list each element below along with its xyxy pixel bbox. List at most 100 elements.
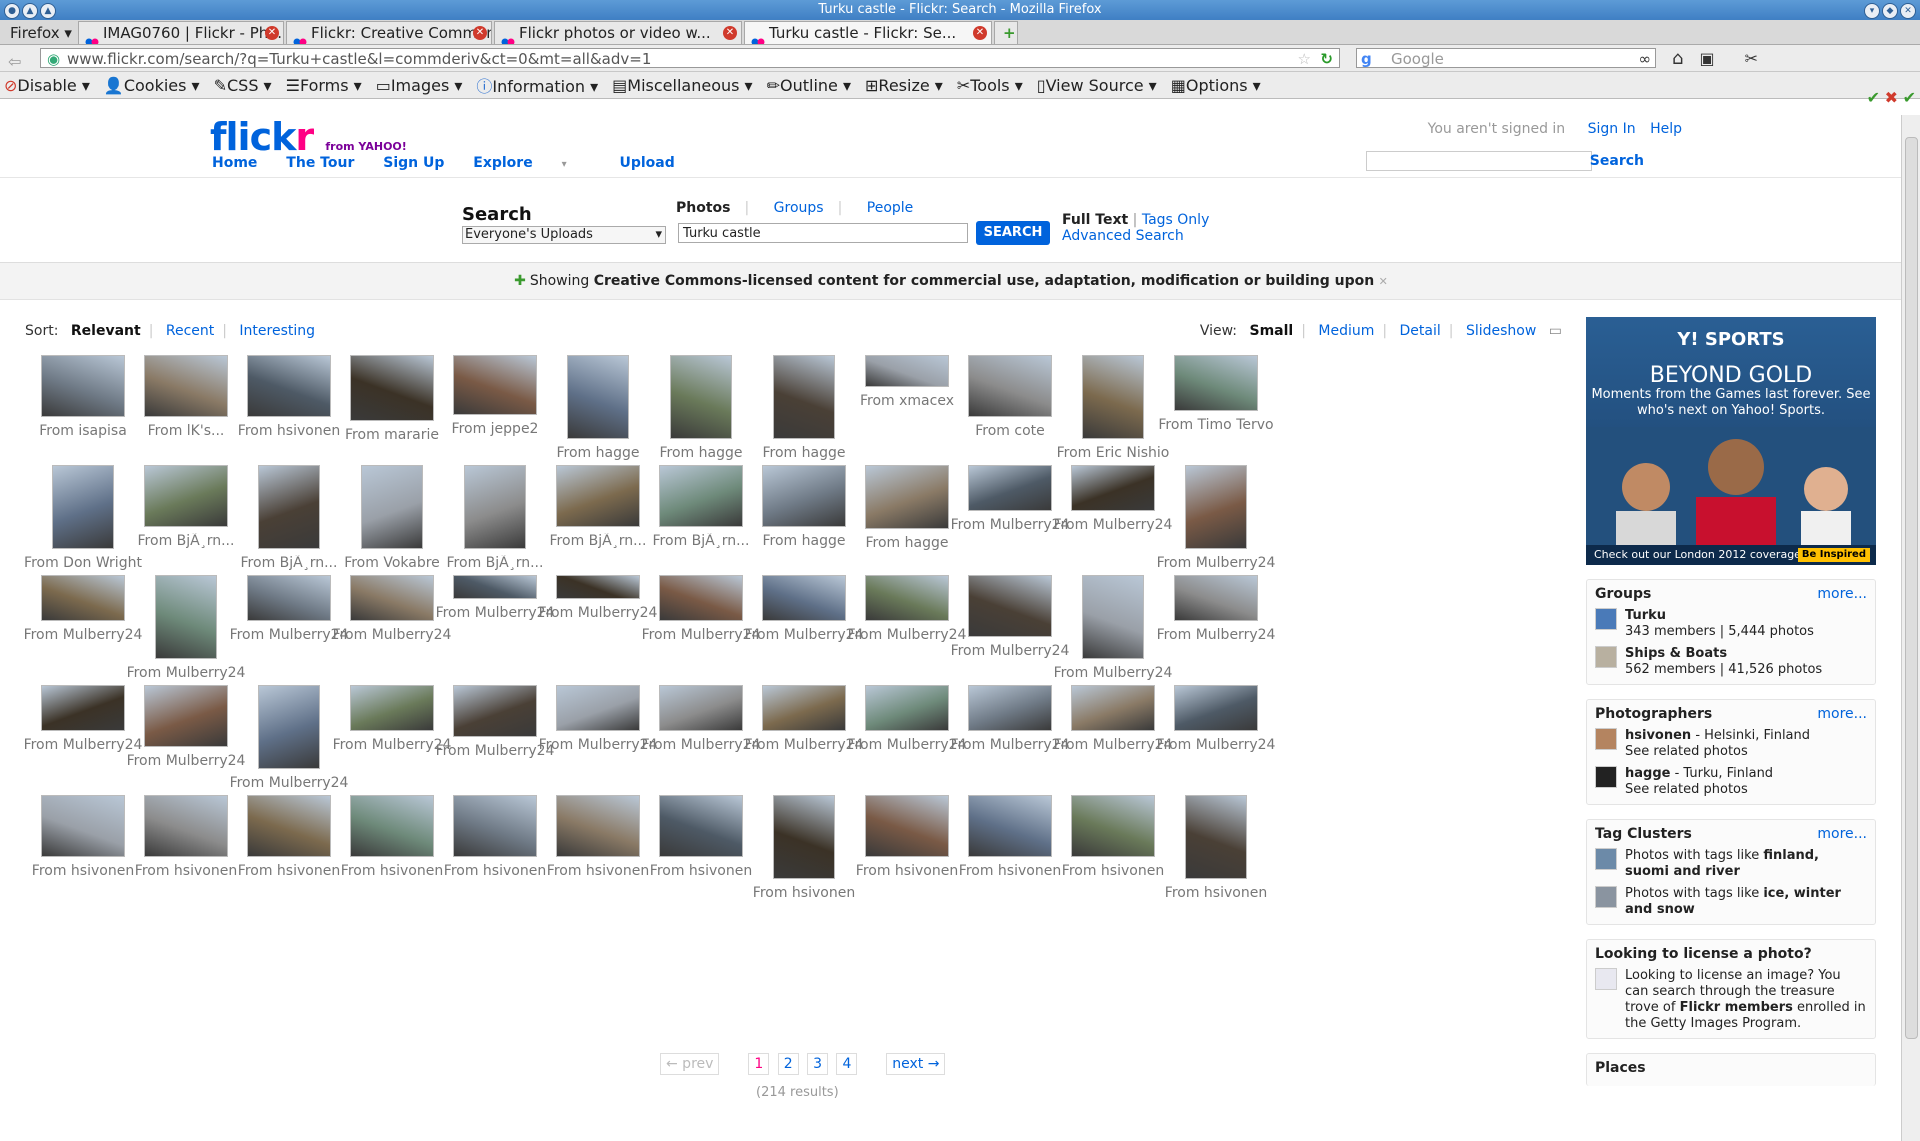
photo-thumbnail[interactable] xyxy=(556,575,640,599)
tab-groups[interactable]: Groups xyxy=(774,200,824,216)
dev-cookies-menu[interactable]: 👤Cookies ▾ xyxy=(104,76,200,95)
groups-more-link[interactable]: more... xyxy=(1817,586,1867,602)
photo-thumbnail[interactable] xyxy=(968,795,1052,857)
photo-thumbnail[interactable] xyxy=(556,685,640,731)
photo-thumbnail[interactable] xyxy=(865,575,949,621)
dev-outline-menu[interactable]: ✏Outline ▾ xyxy=(767,76,851,95)
browser-tab-3[interactable]: Flickr photos or video w... ✕ xyxy=(493,21,742,44)
header-search-input[interactable] xyxy=(1366,151,1592,171)
reload-icon[interactable]: ↻ xyxy=(1320,49,1333,69)
photo-thumbnail[interactable] xyxy=(968,685,1052,731)
back-arrow-icon[interactable]: ⇦ xyxy=(8,52,21,71)
view-detail[interactable]: Detail xyxy=(1400,323,1441,339)
photo-thumbnail[interactable] xyxy=(155,575,217,659)
photo-thumbnail[interactable] xyxy=(144,685,228,747)
photo-caption[interactable]: From Don Wright xyxy=(20,555,146,571)
photo-thumbnail-cell[interactable]: From Timo Tervo xyxy=(1153,355,1279,433)
close-icon[interactable]: ✕ xyxy=(1379,275,1388,288)
photo-thumbnail-cell[interactable]: From hsivonen xyxy=(1153,795,1279,901)
sign-in-link[interactable]: Sign In xyxy=(1588,121,1636,137)
search-query-input[interactable]: Turku castle xyxy=(678,223,968,243)
view-slideshow[interactable]: Slideshow xyxy=(1466,323,1536,339)
photographer-item[interactable]: hagge - Turku, Finland See related photos xyxy=(1595,766,1867,798)
tab-close-icon[interactable]: ✕ xyxy=(472,26,487,40)
slideshow-icon[interactable]: ▭ xyxy=(1549,323,1562,339)
ad-cta-button[interactable]: Be Inspired xyxy=(1797,548,1870,562)
header-search-button[interactable]: Search xyxy=(1590,153,1644,169)
photo-caption[interactable]: From hsivonen xyxy=(1153,885,1279,901)
tag-clusters-more-link[interactable]: more... xyxy=(1817,826,1867,842)
sort-interesting[interactable]: Interesting xyxy=(239,323,315,339)
photo-thumbnail[interactable] xyxy=(1174,575,1258,621)
tag-cluster-item[interactable]: Photos with tags like ice, winter and sn… xyxy=(1595,886,1867,918)
photo-thumbnail[interactable] xyxy=(144,795,228,857)
photographers-more-link[interactable]: more... xyxy=(1817,706,1867,722)
photo-caption[interactable]: From BjÃ¸rn... xyxy=(432,555,558,571)
page-2[interactable]: 2 xyxy=(777,1053,799,1075)
photo-thumbnail[interactable] xyxy=(556,465,640,527)
dev-images-menu[interactable]: ▭Images ▾ xyxy=(376,76,463,95)
dev-tools-menu[interactable]: ✂Tools ▾ xyxy=(957,76,1023,95)
view-small[interactable]: Small xyxy=(1249,323,1293,339)
bookmarks-icon[interactable]: ▣ xyxy=(1699,49,1714,68)
sort-relevant[interactable]: Relevant xyxy=(71,323,141,339)
photo-caption[interactable]: From Mulberry24 xyxy=(1153,627,1279,643)
photo-thumbnail-cell[interactable]: From Mulberry24 xyxy=(1153,685,1279,753)
photo-thumbnail[interactable] xyxy=(865,685,949,731)
photo-thumbnail[interactable] xyxy=(670,355,732,439)
dev-viewsource-menu[interactable]: ▯View Source ▾ xyxy=(1037,76,1157,95)
photo-thumbnail[interactable] xyxy=(1071,795,1155,857)
photo-thumbnail[interactable] xyxy=(865,795,949,857)
photo-thumbnail[interactable] xyxy=(41,795,125,857)
photo-caption[interactable]: From hagge xyxy=(741,445,867,461)
page-1[interactable]: 1 xyxy=(748,1053,770,1075)
photo-thumbnail[interactable] xyxy=(762,685,846,731)
minimize-icon[interactable]: ▾ xyxy=(1864,3,1880,19)
photo-thumbnail[interactable] xyxy=(361,465,423,549)
dev-options-menu[interactable]: ▦Options ▾ xyxy=(1171,76,1261,95)
photo-thumbnail[interactable] xyxy=(1174,355,1258,411)
flickr-logo[interactable]: flickr from YAHOO! xyxy=(210,115,407,159)
photo-thumbnail[interactable] xyxy=(968,465,1052,511)
photo-thumbnail[interactable] xyxy=(52,465,114,549)
binoculars-icon[interactable]: ∞ xyxy=(1639,49,1652,69)
photo-thumbnail[interactable] xyxy=(1082,355,1144,439)
photo-caption[interactable]: From hagge xyxy=(844,535,970,551)
photo-thumbnail[interactable] xyxy=(968,575,1052,637)
photo-thumbnail[interactable] xyxy=(567,355,629,439)
nav-signup[interactable]: Sign Up xyxy=(383,155,444,171)
photo-thumbnail[interactable] xyxy=(773,795,835,879)
photo-caption[interactable]: From Mulberry24 xyxy=(123,665,249,681)
photo-thumbnail[interactable] xyxy=(453,795,537,857)
maximize-icon[interactable]: ◆ xyxy=(1882,3,1898,19)
group-item[interactable]: Turku 343 members | 5,444 photos xyxy=(1595,608,1867,640)
firefox-menu-button[interactable]: Firefox ▾ xyxy=(4,22,78,44)
web-search-box[interactable]: g Google ∞ xyxy=(1356,48,1656,68)
tab-people[interactable]: People xyxy=(867,200,914,216)
photo-thumbnail-cell[interactable]: From Mulberry24 xyxy=(1153,465,1279,571)
search-submit-button[interactable]: SEARCH xyxy=(976,221,1050,245)
photo-thumbnail[interactable] xyxy=(350,575,434,621)
close-window-icon[interactable]: ✕ xyxy=(1900,3,1916,19)
photo-thumbnail[interactable] xyxy=(350,355,434,421)
photo-thumbnail[interactable] xyxy=(659,795,743,857)
photo-thumbnail[interactable] xyxy=(1185,465,1247,549)
photographer-item[interactable]: hsivonen - Helsinki, Finland See related … xyxy=(1595,728,1867,760)
photo-thumbnail[interactable] xyxy=(453,575,537,599)
next-page[interactable]: next → xyxy=(886,1053,946,1075)
nav-upload[interactable]: Upload xyxy=(619,155,674,171)
photo-thumbnail[interactable] xyxy=(762,465,846,527)
page-scrollbar[interactable] xyxy=(1901,115,1920,1141)
photo-thumbnail[interactable] xyxy=(773,355,835,439)
photo-thumbnail[interactable] xyxy=(1174,685,1258,731)
browser-tab-1[interactable]: IMAG0760 | Flickr - Pho... ✕ xyxy=(77,21,284,44)
dev-resize-menu[interactable]: ⊞Resize ▾ xyxy=(865,76,943,95)
site-identity-icon[interactable]: ◉ xyxy=(47,49,60,69)
browser-tab-4[interactable]: Turku castle - Flickr: Se... ✕ xyxy=(743,21,992,44)
photo-thumbnail[interactable] xyxy=(968,355,1052,417)
photo-thumbnail[interactable] xyxy=(1071,465,1155,511)
photo-thumbnail[interactable] xyxy=(1071,685,1155,731)
photo-thumbnail[interactable] xyxy=(350,685,434,731)
tab-close-icon[interactable]: ✕ xyxy=(972,26,987,40)
new-tab-button[interactable]: + xyxy=(993,21,1018,44)
